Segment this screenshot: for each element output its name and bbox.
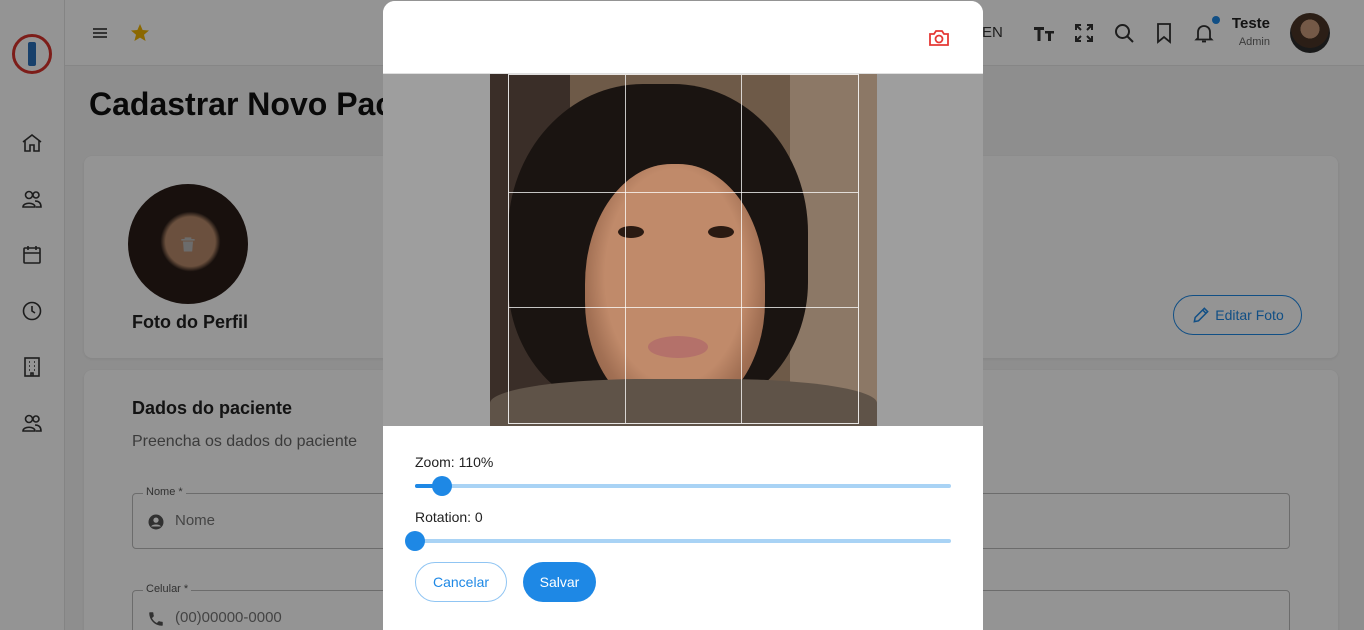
cancel-button[interactable]: Cancelar (415, 562, 507, 602)
zoom-label: Zoom: 110% (415, 454, 494, 470)
zoom-slider-thumb[interactable] (431, 476, 452, 496)
camera-icon[interactable] (927, 26, 951, 50)
dialog-controls: Zoom: 110% Rotation: 0 Cancelar Salvar (383, 426, 983, 630)
dialog-header (383, 1, 983, 74)
rotation-slider[interactable] (405, 531, 951, 551)
crop-selection-box[interactable] (508, 74, 859, 424)
rotation-slider-thumb[interactable] (405, 531, 425, 551)
crop-grid-line (625, 75, 626, 423)
crop-area (383, 74, 983, 426)
zoom-slider[interactable] (415, 476, 951, 496)
rotation-label: Rotation: 0 (415, 509, 483, 525)
save-button[interactable]: Salvar (523, 562, 596, 602)
crop-photo-dialog: Zoom: 110% Rotation: 0 Cancelar Salvar (383, 1, 983, 630)
crop-grid-line (509, 307, 858, 308)
crop-grid-line (509, 192, 858, 193)
crop-grid-line (741, 75, 742, 423)
